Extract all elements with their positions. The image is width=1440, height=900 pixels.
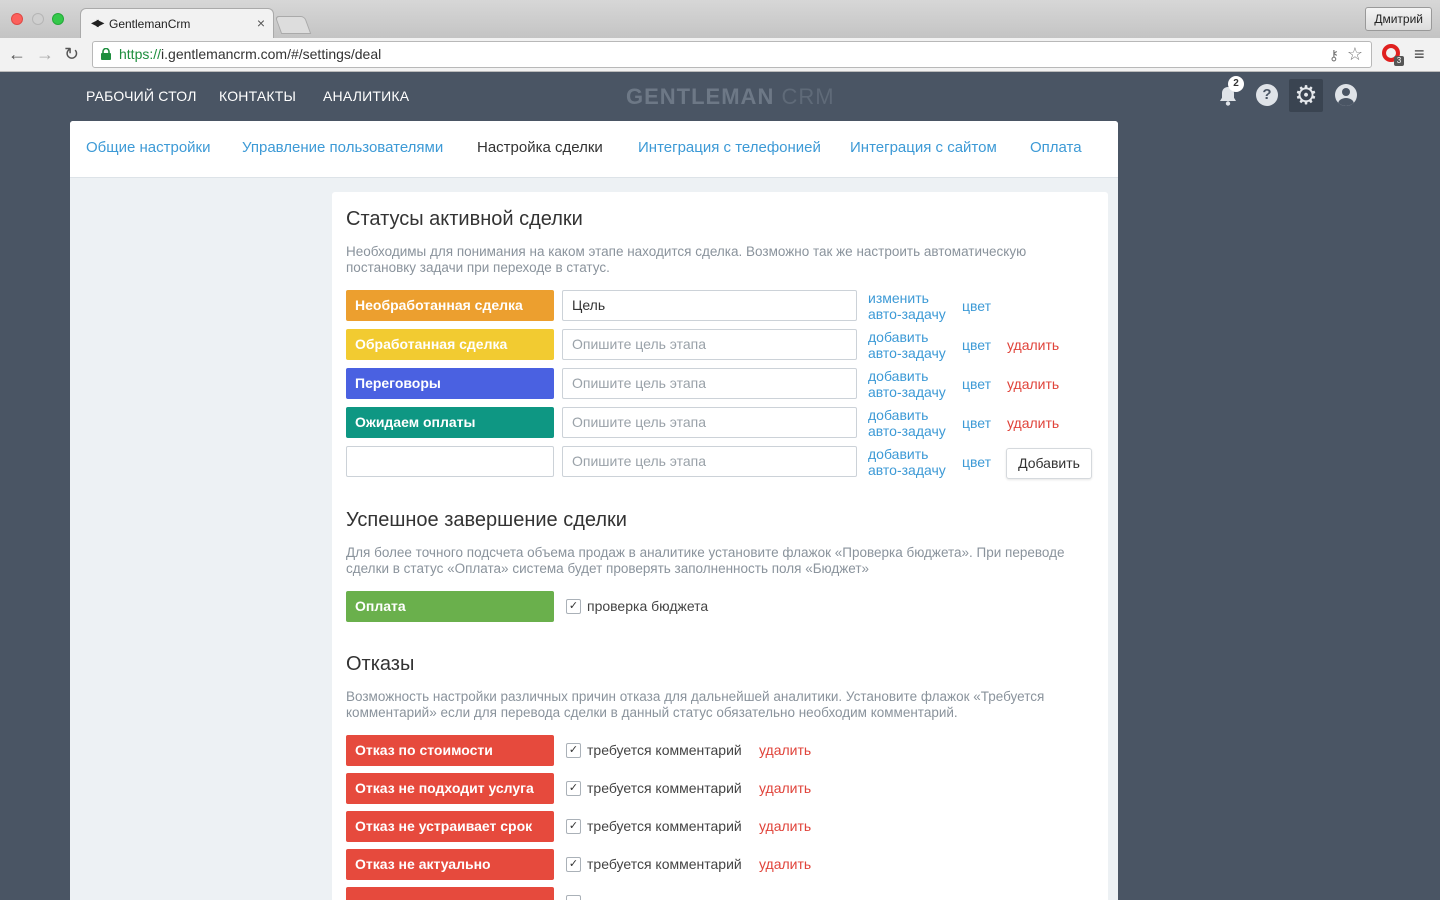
close-window-button[interactable] (11, 13, 23, 25)
nav-contacts[interactable]: КОНТАКТЫ (219, 88, 296, 104)
comment-required-checkbox[interactable] (566, 895, 581, 900)
browser-toolbar: ← → ↻ https://i.gentlemancrm.com/#/setti… (0, 38, 1440, 72)
status-pill[interactable]: Необработанная сделка (346, 290, 554, 321)
key-icon[interactable]: ⚷ (1329, 43, 1339, 68)
new-tab-button[interactable] (274, 16, 312, 34)
avatar[interactable] (1335, 84, 1357, 106)
comment-required-label: требуется комментарий (587, 856, 742, 872)
color-link[interactable]: цвет (962, 415, 991, 431)
maximize-window-button[interactable] (52, 13, 64, 25)
color-link[interactable]: цвет (962, 337, 991, 353)
tab-telephony[interactable]: Интеграция с телефонией (638, 139, 821, 156)
forward-arrow-icon[interactable]: → (36, 45, 54, 63)
tab-title: GentlemanCrm (109, 17, 191, 31)
rejection-pill[interactable]: Отказ не устраивает срок (346, 811, 554, 842)
success-description: Для более точного подсчета объема продаж… (346, 545, 1065, 576)
tab-deal-settings[interactable]: Настройка сделки (477, 139, 603, 156)
rejections-description: Возможность настройки различных причин о… (346, 689, 1045, 720)
status-goal-input[interactable]: Опишите цель этапа (562, 368, 857, 399)
autotask-link[interactable]: добавить авто-задачу (868, 446, 946, 478)
autotask-link[interactable]: изменить авто-задачу (868, 290, 946, 322)
status-pill[interactable]: Ожидаем оплаты (346, 407, 554, 438)
tab-general[interactable]: Общие настройки (86, 139, 211, 156)
nav-dashboard[interactable]: РАБОЧИЙ СТОЛ (86, 88, 197, 104)
lock-icon (101, 48, 111, 60)
rejection-pill[interactable]: Отказ не актуально (346, 849, 554, 880)
add-status-button[interactable]: Добавить (1006, 448, 1092, 479)
color-link[interactable]: цвет (962, 454, 991, 470)
app-header: РАБОЧИЙ СТОЛ КОНТАКТЫ АНАЛИТИКА GENTLEMA… (0, 72, 1440, 121)
url-text: https://i.gentlemancrm.com/#/settings/de… (119, 46, 382, 62)
comment-required-checkbox[interactable]: ✓ (566, 743, 581, 758)
rejections-title: Отказы (346, 653, 415, 675)
bowtie-icon: ◀▶ (91, 18, 104, 29)
comment-required-label: требуется комментарий (587, 818, 742, 834)
rejection-pill[interactable]: Отказ по стоимости (346, 735, 554, 766)
comment-required-label: требуется комментарий (587, 742, 742, 758)
minimize-window-button[interactable] (32, 13, 44, 25)
delete-link[interactable]: удалить (759, 856, 811, 872)
comment-required-label: требуется комментарий (587, 780, 742, 796)
delete-link[interactable]: удалить (759, 818, 811, 834)
settings-gear-icon[interactable]: ⚙ (1289, 79, 1323, 112)
settings-panel: Общие настройки Управление пользователям… (70, 121, 1118, 900)
reload-icon[interactable]: ↻ (64, 45, 79, 63)
bookmark-star-icon[interactable]: ☆ (1347, 42, 1363, 67)
success-title: Успешное завершение сделки (346, 509, 627, 531)
delete-link[interactable]: удалить (1007, 376, 1059, 392)
address-bar[interactable]: https://i.gentlemancrm.com/#/settings/de… (92, 41, 1372, 68)
delete-link[interactable]: удалить (759, 780, 811, 796)
tab-payment[interactable]: Оплата (1030, 139, 1082, 156)
rejection-pill[interactable] (346, 887, 554, 900)
status-pill[interactable]: Обработанная сделка (346, 329, 554, 360)
new-status-goal-input[interactable]: Опишите цель этапа (562, 446, 857, 477)
rejection-pill[interactable]: Отказ не подходит услуга (346, 773, 554, 804)
color-link[interactable]: цвет (962, 376, 991, 392)
help-icon[interactable]: ? (1256, 84, 1278, 106)
status-goal-input[interactable]: Опишите цель этапа (562, 407, 857, 438)
tab-users[interactable]: Управление пользователями (242, 139, 443, 156)
browser-tab-bar: ◀▶ GentlemanCrm × Дмитрий (0, 0, 1440, 38)
budget-check-checkbox[interactable]: ✓ (566, 599, 581, 614)
autotask-link[interactable]: добавить авто-задачу (868, 329, 946, 361)
autotask-link[interactable]: добавить авто-задачу (868, 368, 946, 400)
logo[interactable]: GENTLEMAN CRM (626, 84, 835, 110)
autotask-link[interactable]: добавить авто-задачу (868, 407, 946, 439)
close-icon[interactable]: × (257, 15, 265, 31)
delete-link[interactable]: удалить (1007, 415, 1059, 431)
tab-site-integration[interactable]: Интеграция с сайтом (850, 139, 997, 156)
extension-badge: 3 (1394, 56, 1404, 66)
status-goal-input[interactable]: Опишите цель этапа (562, 329, 857, 360)
delete-link[interactable]: удалить (1007, 337, 1059, 353)
comment-required-checkbox[interactable]: ✓ (566, 857, 581, 872)
active-statuses-title: Статусы активной сделки (346, 208, 583, 230)
hamburger-menu-icon[interactable]: ≡ (1414, 44, 1425, 65)
delete-link[interactable]: удалить (759, 742, 811, 758)
status-goal-input[interactable]: Цель (562, 290, 857, 321)
color-link[interactable]: цвет (962, 298, 991, 314)
deal-settings-card: Статусы активной сделки Необходимы для п… (332, 192, 1108, 900)
payment-status-pill[interactable]: Оплата (346, 591, 554, 622)
profile-button[interactable]: Дмитрий (1365, 7, 1432, 31)
nav-analytics[interactable]: АНАЛИТИКА (323, 88, 409, 104)
new-status-name-input[interactable] (346, 446, 554, 477)
comment-required-checkbox[interactable]: ✓ (566, 781, 581, 796)
status-pill[interactable]: Переговоры (346, 368, 554, 399)
active-statuses-description: Необходимы для понимания на каком этапе … (346, 244, 1027, 275)
comment-required-checkbox[interactable]: ✓ (566, 819, 581, 834)
budget-check-label: проверка бюджета (587, 598, 709, 614)
settings-tabs: Общие настройки Управление пользователям… (70, 121, 1118, 178)
notification-badge: 2 (1228, 76, 1244, 92)
browser-tab[interactable]: ◀▶ GentlemanCrm × (80, 8, 274, 38)
back-arrow-icon[interactable]: ← (8, 45, 26, 63)
